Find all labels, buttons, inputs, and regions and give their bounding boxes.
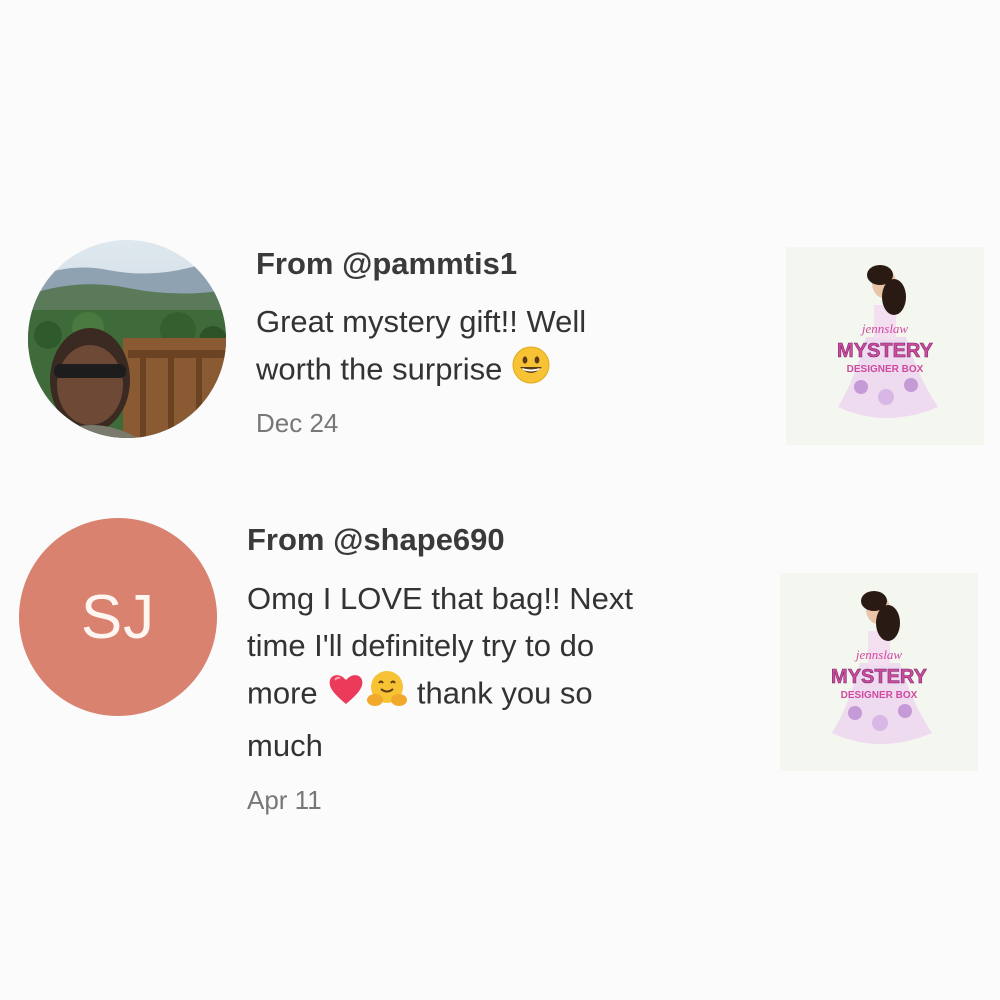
- review-message-line: more thank you so: [247, 669, 717, 722]
- review-author[interactable]: From @shape690: [247, 522, 505, 558]
- thumbnail-brand: jennslaw: [860, 321, 909, 336]
- review-date: Dec 24: [256, 408, 339, 438]
- thumbnail-title: MYSTERY: [837, 340, 934, 362]
- avatar-initials: SJ: [80, 582, 156, 652]
- product-thumbnail[interactable]: jennslaw MYSTERY DESIGNER BOX: [780, 573, 978, 771]
- review-message: Omg I LOVE that bag!! Next time I'll def…: [247, 575, 717, 769]
- thumbnail-title: MYSTERY: [831, 666, 928, 688]
- review-message-line: much: [247, 728, 323, 763]
- review-message-line: Omg I LOVE that bag!! Next: [247, 581, 633, 616]
- review-message-line-text: thank you so: [416, 675, 593, 711]
- user-avatar[interactable]: SJ: [19, 518, 217, 716]
- review-author[interactable]: From @pammtis1: [256, 246, 517, 282]
- review-message-line-text: worth the surprise: [256, 351, 503, 387]
- thumbnail-subtitle: DESIGNER BOX: [841, 690, 918, 701]
- hugging-face-emoji-icon: [366, 669, 408, 722]
- review-message-line: worth the surprise: [256, 345, 726, 398]
- grinning-face-emoji-icon: [511, 345, 551, 398]
- review-message: Great mystery gift!! Well worth the surp…: [256, 298, 726, 398]
- red-heart-emoji-icon: [326, 669, 366, 722]
- review-message-line-text: more: [247, 675, 318, 711]
- review-message-line: Great mystery gift!! Well: [256, 304, 587, 339]
- review-date: Apr 11: [247, 785, 322, 815]
- mystery-box-logo-image: jennslaw MYSTERY DESIGNER BOX: [786, 247, 984, 445]
- thumbnail-brand: jennslaw: [854, 647, 903, 662]
- product-thumbnail[interactable]: jennslaw MYSTERY DESIGNER BOX: [786, 247, 984, 445]
- mystery-box-logo-image: jennslaw MYSTERY DESIGNER BOX: [780, 573, 978, 771]
- review-message-line: time I'll definitely try to do: [247, 628, 595, 663]
- user-avatar[interactable]: [28, 240, 226, 438]
- avatar-photo-image: [28, 240, 226, 438]
- thumbnail-subtitle: DESIGNER BOX: [847, 364, 924, 375]
